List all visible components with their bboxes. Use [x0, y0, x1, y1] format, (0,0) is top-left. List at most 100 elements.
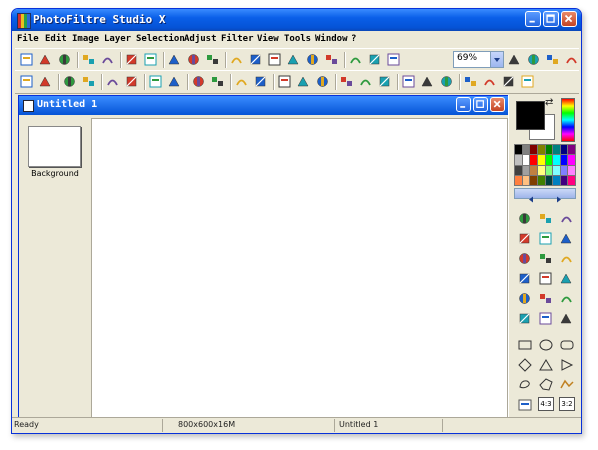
- palette-swatch[interactable]: [568, 155, 575, 165]
- gradient-selection-icon[interactable]: [538, 211, 554, 227]
- layer-thumbnail[interactable]: [28, 126, 81, 167]
- hand-icon[interactable]: [559, 211, 575, 227]
- palette-swatch[interactable]: [553, 165, 560, 175]
- palette-icon[interactable]: [367, 52, 382, 67]
- eraser-icon[interactable]: [559, 251, 575, 267]
- palette-swatch[interactable]: [515, 175, 522, 185]
- palette-swatch[interactable]: [568, 145, 575, 155]
- doc-close-button[interactable]: [490, 97, 505, 112]
- image-size-icon[interactable]: [286, 52, 301, 67]
- fixed-size-icon[interactable]: [517, 397, 533, 413]
- grayscale-icon[interactable]: [277, 74, 292, 89]
- zoom-out-icon[interactable]: [526, 52, 541, 67]
- ellipse-shape-icon[interactable]: [538, 337, 554, 353]
- balance-icon[interactable]: [253, 74, 268, 89]
- palette-swatch[interactable]: [553, 145, 560, 155]
- palette-swatch[interactable]: [560, 175, 568, 185]
- brush-icon[interactable]: [517, 271, 533, 287]
- menu-file[interactable]: File: [17, 34, 39, 44]
- save-icon[interactable]: [57, 52, 72, 67]
- palette-swatch[interactable]: [522, 165, 530, 175]
- gamma-auto-icon[interactable]: [19, 74, 34, 89]
- menu-tools[interactable]: Tools: [284, 34, 311, 44]
- magic-wand-icon[interactable]: [538, 231, 554, 247]
- arrow-shape-icon[interactable]: [559, 357, 575, 373]
- palette-swatch[interactable]: [545, 145, 553, 155]
- contrast-plus-icon[interactable]: [124, 74, 139, 89]
- color-spectrum[interactable]: [561, 98, 575, 142]
- menu-edit[interactable]: Edit: [45, 34, 67, 44]
- blur-icon[interactable]: [339, 74, 354, 89]
- palette-swatch[interactable]: [537, 145, 545, 155]
- palette-swatch[interactable]: [545, 175, 553, 185]
- palette-swatch[interactable]: [560, 165, 568, 175]
- lasso-icon[interactable]: [517, 377, 533, 393]
- palette-scroll[interactable]: [514, 188, 576, 203]
- menu-help[interactable]: ?: [351, 34, 356, 44]
- saturation-minus-icon[interactable]: [191, 74, 206, 89]
- menu-image[interactable]: Image: [72, 34, 99, 44]
- print-icon[interactable]: [81, 52, 96, 67]
- fit-icon[interactable]: [545, 52, 560, 67]
- spray-icon[interactable]: [538, 251, 554, 267]
- diamond-shape-icon[interactable]: [517, 357, 533, 373]
- palette-swatch[interactable]: [522, 155, 530, 165]
- rounded-rect-shape-icon[interactable]: [559, 337, 575, 353]
- brightness-minus-icon[interactable]: [62, 74, 77, 89]
- palette-swatch[interactable]: [522, 145, 530, 155]
- palette-swatch[interactable]: [530, 145, 537, 155]
- copy-icon[interactable]: [167, 52, 182, 67]
- canvas-size-icon[interactable]: [305, 52, 320, 67]
- negative-icon[interactable]: [315, 74, 330, 89]
- sharpen-icon[interactable]: [358, 74, 373, 89]
- blur-drop-icon[interactable]: [517, 291, 533, 307]
- palette-swatch[interactable]: [515, 165, 522, 175]
- palette-swatch[interactable]: [560, 145, 568, 155]
- undo-icon[interactable]: [124, 52, 139, 67]
- palette-swatch[interactable]: [515, 145, 522, 155]
- stamp-icon[interactable]: [559, 271, 575, 287]
- actual-size-icon[interactable]: [564, 52, 579, 67]
- gradient-icon[interactable]: [439, 74, 454, 89]
- triangle-icon[interactable]: [401, 74, 416, 89]
- close-button[interactable]: [561, 11, 577, 27]
- palette-swatch[interactable]: [560, 155, 568, 165]
- maximize-button[interactable]: [543, 11, 559, 27]
- gamma-plus-icon[interactable]: [167, 74, 182, 89]
- levels-icon[interactable]: [234, 74, 249, 89]
- doc-minimize-button[interactable]: [456, 97, 471, 112]
- strawberry-icon[interactable]: [559, 311, 575, 327]
- texture-icon[interactable]: [463, 74, 478, 89]
- foreground-color-swatch[interactable]: [516, 101, 545, 130]
- palette-swatch[interactable]: [545, 165, 553, 175]
- advanced-brush-icon[interactable]: [538, 271, 554, 287]
- palette-swatch[interactable]: [537, 175, 545, 185]
- image-canvas[interactable]: [91, 118, 508, 420]
- zoom-in-icon[interactable]: [507, 52, 522, 67]
- automate-icon[interactable]: [348, 52, 363, 67]
- menu-selection[interactable]: Selection: [136, 34, 185, 44]
- clone-icon[interactable]: [559, 291, 575, 307]
- ratio-43-icon[interactable]: 4:3: [538, 397, 554, 413]
- text-icon[interactable]: [324, 52, 339, 67]
- line-icon[interactable]: [559, 231, 575, 247]
- swap-colors-icon[interactable]: ⇄: [545, 97, 553, 108]
- menu-filter[interactable]: Filter: [221, 34, 254, 44]
- flip-vertical-icon[interactable]: [520, 74, 535, 89]
- palette-swatch[interactable]: [530, 175, 537, 185]
- polygon-lasso-icon[interactable]: [538, 377, 554, 393]
- palette-swatch[interactable]: [568, 175, 575, 185]
- flip-horizontal-icon[interactable]: [501, 74, 516, 89]
- portrait-icon[interactable]: [538, 311, 554, 327]
- smudge-icon[interactable]: [538, 291, 554, 307]
- selection-arrow-icon[interactable]: [517, 211, 533, 227]
- triangle-shape-icon[interactable]: [538, 357, 554, 373]
- menu-window[interactable]: Window: [315, 34, 348, 44]
- new-file-icon[interactable]: [19, 52, 34, 67]
- contrast-minus-icon[interactable]: [105, 74, 120, 89]
- palette-swatch[interactable]: [515, 155, 522, 165]
- open-shape-icon[interactable]: [559, 377, 575, 393]
- browser-icon[interactable]: [386, 52, 401, 67]
- histogram-icon[interactable]: [248, 52, 263, 67]
- brightness-plus-icon[interactable]: [81, 74, 96, 89]
